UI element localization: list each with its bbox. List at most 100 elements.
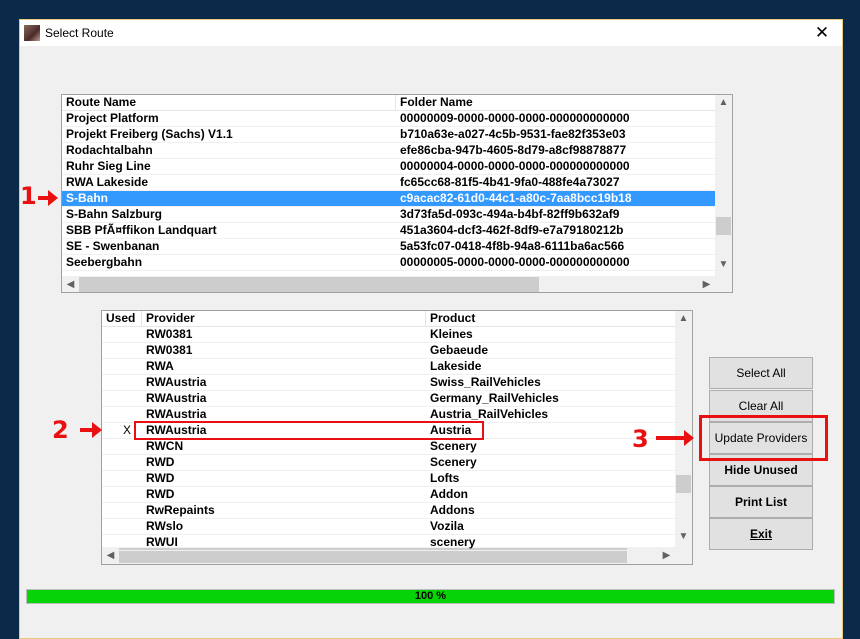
scroll-down-icon[interactable]: ▼ bbox=[715, 259, 732, 270]
product-cell: Gebaeude bbox=[430, 343, 489, 357]
provider-row[interactable]: RWD Lofts bbox=[102, 471, 675, 487]
column-header-route-name[interactable]: Route Name bbox=[62, 95, 396, 111]
provider-cell: RWslo bbox=[146, 519, 184, 533]
route-vertical-scrollbar[interactable]: ▲ ▼ bbox=[715, 95, 732, 276]
product-cell: Vozila bbox=[430, 519, 464, 533]
route-name-cell: Project Platform bbox=[66, 111, 159, 125]
scroll-up-icon[interactable]: ▲ bbox=[715, 97, 732, 108]
progress-bar: 100 % bbox=[26, 589, 835, 604]
provider-row[interactable]: RWAustria Germany_RailVehicles bbox=[102, 391, 675, 407]
route-list[interactable]: Route Name Folder Name ▲ ▼ ◀ ▶ Project P… bbox=[61, 94, 733, 293]
used-cell bbox=[102, 455, 142, 471]
folder-name-cell: c9acac82-61d0-44c1-a80c-7aa8bcc19b18 bbox=[400, 191, 632, 205]
window-title: Select Route bbox=[45, 26, 114, 40]
folder-name-cell: fc65cc68-81f5-4b41-9fa0-488fe4a73027 bbox=[400, 175, 620, 189]
annotation-2: 2 bbox=[52, 416, 69, 444]
scroll-left-icon[interactable]: ◀ bbox=[102, 550, 119, 561]
folder-name-cell: b710a63e-a027-4c5b-9531-fae82f353e03 bbox=[400, 127, 626, 141]
provider-cell: RWD bbox=[146, 455, 175, 469]
used-cell bbox=[102, 487, 142, 503]
route-name-cell: Rodachtalbahn bbox=[66, 143, 153, 157]
route-name-cell: Seebergbahn bbox=[66, 255, 143, 269]
route-name-cell: RWA Lakeside bbox=[66, 175, 149, 189]
column-header-used[interactable]: Used bbox=[102, 311, 142, 327]
scroll-up-icon[interactable]: ▲ bbox=[675, 313, 692, 324]
annotation-arrow-icon bbox=[80, 422, 102, 438]
folder-name-cell: 00000009-0000-0000-0000-000000000000 bbox=[400, 111, 630, 125]
route-row[interactable]: S-Bahn Salzburg 3d73fa5d-093c-494a-b4bf-8… bbox=[62, 207, 715, 223]
provider-cell: RWUI bbox=[146, 535, 178, 549]
folder-name-cell: 00000005-0000-0000-0000-000000000000 bbox=[400, 255, 630, 269]
route-row[interactable]: Ruhr Sieg Line 00000004-0000-0000-0000-00… bbox=[62, 159, 715, 175]
scroll-right-icon[interactable]: ▶ bbox=[698, 279, 715, 290]
scroll-thumb[interactable] bbox=[716, 217, 731, 235]
provider-vertical-scrollbar[interactable]: ▲ ▼ bbox=[675, 311, 692, 547]
product-cell: Kleines bbox=[430, 327, 473, 341]
route-row[interactable]: Rodachtalbahn efe86cba-947b-4605-8d79-a8c… bbox=[62, 143, 715, 159]
title-bar: Select Route ✕ bbox=[20, 20, 842, 46]
provider-row[interactable]: RW0381 Gebaeude bbox=[102, 343, 675, 359]
provider-row[interactable]: RWD Scenery bbox=[102, 455, 675, 471]
scroll-down-icon[interactable]: ▼ bbox=[675, 531, 692, 542]
provider-cell: RWA bbox=[146, 359, 174, 373]
exit-button[interactable]: Exit bbox=[709, 518, 813, 550]
product-cell: Lakeside bbox=[430, 359, 482, 373]
route-name-cell: SE - Swenbanan bbox=[66, 239, 160, 253]
product-cell: Lofts bbox=[430, 471, 460, 485]
provider-row[interactable]: RWD Addon bbox=[102, 487, 675, 503]
close-button[interactable]: ✕ bbox=[802, 20, 842, 46]
product-cell: Scenery bbox=[430, 455, 477, 469]
used-cell bbox=[102, 343, 142, 359]
scroll-thumb[interactable] bbox=[79, 277, 539, 292]
folder-name-cell: 451a3604-dcf3-462f-8df9-e7a79180212b bbox=[400, 223, 624, 237]
provider-row[interactable]: RWslo Vozila bbox=[102, 519, 675, 535]
route-row[interactable]: Project Platform 00000009-0000-0000-0000-… bbox=[62, 111, 715, 127]
route-row[interactable]: SBB PfÃ¤ffikon Landquart 451a3604-dcf3-46… bbox=[62, 223, 715, 239]
annotation-3: 3 bbox=[632, 425, 649, 453]
route-name-cell: Ruhr Sieg Line bbox=[66, 159, 151, 173]
column-header-product[interactable]: Product bbox=[426, 311, 676, 327]
scroll-left-icon[interactable]: ◀ bbox=[62, 279, 79, 290]
highlight-box bbox=[699, 415, 828, 461]
provider-row[interactable]: RW0381 Kleines bbox=[102, 327, 675, 343]
select-all-button[interactable]: Select All bbox=[709, 357, 813, 389]
route-row[interactable]: Seebergbahn 00000005-0000-0000-0000-00000… bbox=[62, 255, 715, 271]
provider-row[interactable]: RWUI scenery bbox=[102, 535, 675, 551]
app-train-icon bbox=[24, 25, 40, 41]
provider-cell: RWAustria bbox=[146, 391, 207, 405]
print-list-button[interactable]: Print List bbox=[709, 486, 813, 518]
route-row[interactable]: Projekt Freiberg (Sachs) V1.1 b710a63e-a0… bbox=[62, 127, 715, 143]
column-header-provider[interactable]: Provider bbox=[142, 311, 426, 327]
folder-name-cell: efe86cba-947b-4605-8d79-a8cf98878877 bbox=[400, 143, 627, 157]
used-cell bbox=[102, 375, 142, 391]
annotation-arrow-icon bbox=[656, 430, 694, 446]
provider-row[interactable]: RwRepaints Addons bbox=[102, 503, 675, 519]
used-cell bbox=[102, 535, 142, 551]
used-cell bbox=[102, 391, 142, 407]
scroll-right-icon[interactable]: ▶ bbox=[658, 550, 675, 561]
progress-label: 100 % bbox=[414, 590, 447, 602]
route-row[interactable]: RWA Lakeside fc65cc68-81f5-4b41-9fa0-488f… bbox=[62, 175, 715, 191]
route-name-cell: SBB PfÃ¤ffikon Landquart bbox=[66, 223, 217, 237]
route-horizontal-scrollbar[interactable]: ◀ ▶ bbox=[62, 276, 732, 292]
product-cell: scenery bbox=[430, 535, 476, 549]
scroll-thumb[interactable] bbox=[676, 475, 691, 493]
route-name-cell: Projekt Freiberg (Sachs) V1.1 bbox=[66, 127, 233, 141]
route-name-cell: S-Bahn Salzburg bbox=[66, 207, 163, 221]
used-cell bbox=[102, 439, 142, 455]
used-cell bbox=[102, 519, 142, 535]
provider-row[interactable]: RWAustria Swiss_RailVehicles bbox=[102, 375, 675, 391]
folder-name-cell: 00000004-0000-0000-0000-000000000000 bbox=[400, 159, 630, 173]
used-cell bbox=[102, 327, 142, 343]
provider-cell: RWCN bbox=[146, 439, 184, 453]
provider-cell: RW0381 bbox=[146, 327, 193, 341]
route-row[interactable]: S-Bahn c9acac82-61d0-44c1-a80c-7aa8bcc19b… bbox=[62, 191, 715, 207]
product-cell: Addon bbox=[430, 487, 468, 501]
provider-row[interactable]: RWA Lakeside bbox=[102, 359, 675, 375]
provider-cell: RWD bbox=[146, 487, 175, 501]
column-header-folder-name[interactable]: Folder Name bbox=[396, 95, 716, 111]
route-row[interactable]: SE - Swenbanan 5a53fc07-0418-4f8b-94a8-61… bbox=[62, 239, 715, 255]
annotation-1: 1 bbox=[20, 182, 37, 210]
route-name-cell: S-Bahn bbox=[66, 191, 108, 205]
provider-row[interactable]: RWCN Scenery bbox=[102, 439, 675, 455]
